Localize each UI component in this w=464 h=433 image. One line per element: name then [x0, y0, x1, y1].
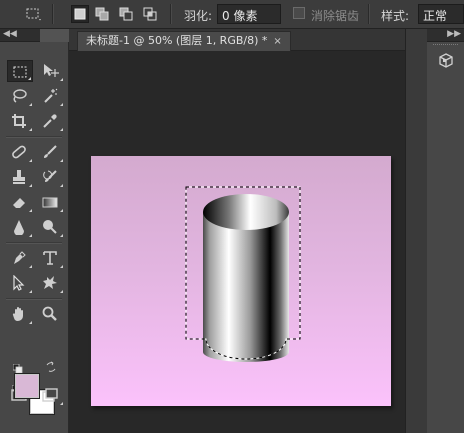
default-colors-icon[interactable]: [12, 363, 23, 374]
antialias-label: 消除锯齿: [311, 9, 360, 23]
cylinder-body: [203, 212, 289, 362]
tools-panel: [0, 42, 69, 433]
document-canvas[interactable]: [91, 156, 391, 406]
intersect-selection-icon[interactable]: [141, 5, 159, 23]
add-to-selection-icon[interactable]: [93, 5, 111, 23]
dodge-tool[interactable]: [38, 216, 64, 238]
cylinder-artwork: [185, 186, 301, 362]
cylinder-top: [203, 194, 289, 230]
eraser-tool[interactable]: [7, 191, 33, 213]
close-icon[interactable]: ×: [273, 36, 281, 47]
clone-stamp-tool[interactable]: [7, 166, 33, 188]
brush-tool[interactable]: [38, 141, 64, 163]
lasso-tool[interactable]: [7, 85, 33, 107]
collapse-icon[interactable]: ◀◀: [3, 29, 17, 39]
document-tab-bar: 未标题-1 @ 50% (图层 1, RGB/8) * ×: [69, 29, 405, 51]
document-tab[interactable]: 未标题-1 @ 50% (图层 1, RGB/8) * ×: [77, 31, 291, 51]
3d-panel-icon[interactable]: [437, 52, 455, 70]
blur-tool[interactable]: [7, 216, 33, 238]
swap-colors-icon[interactable]: [45, 361, 57, 373]
magic-wand-tool[interactable]: [38, 85, 64, 107]
rectangular-marquee-tool[interactable]: [7, 60, 33, 82]
eyedropper-tool[interactable]: [38, 110, 64, 132]
options-bar: 羽化: 0 像素 消除锯齿 样式: 正常: [0, 0, 464, 29]
style-label: 样式:: [381, 9, 410, 23]
right-panel: ▶▶: [427, 29, 464, 433]
right-panel-header[interactable]: ▶▶: [427, 29, 464, 42]
feather-label: 羽化:: [184, 9, 213, 23]
style-select[interactable]: 正常: [418, 4, 464, 24]
screen-mode-icon[interactable]: [38, 384, 64, 406]
canvas-workspace[interactable]: [69, 51, 405, 433]
marquee-preset-picker[interactable]: [24, 5, 42, 23]
foreground-color-swatch[interactable]: [15, 374, 39, 398]
new-selection-icon[interactable]: [71, 5, 89, 23]
document-title: 未标题-1 @ 50% (图层 1, RGB/8) *: [86, 34, 268, 47]
gradient-tool[interactable]: [38, 191, 64, 213]
feather-input[interactable]: 0 像素: [217, 4, 281, 24]
hand-tool[interactable]: [7, 303, 33, 325]
history-brush-tool[interactable]: [38, 166, 64, 188]
type-tool[interactable]: [38, 247, 64, 269]
panel-grip[interactable]: [433, 44, 458, 47]
pen-tool[interactable]: [7, 247, 33, 269]
zoom-tool[interactable]: [38, 303, 64, 325]
antialias-checkbox[interactable]: [293, 7, 305, 19]
subtract-from-selection-icon[interactable]: [117, 5, 135, 23]
toolbar-header[interactable]: ◀◀: [0, 29, 40, 42]
right-dock-strip: [405, 29, 428, 433]
path-selection-tool[interactable]: [7, 272, 33, 294]
move-tool[interactable]: [38, 60, 64, 82]
custom-shape-tool[interactable]: [38, 272, 64, 294]
crop-tool[interactable]: [7, 110, 33, 132]
spot-healing-brush-tool[interactable]: [7, 141, 33, 163]
